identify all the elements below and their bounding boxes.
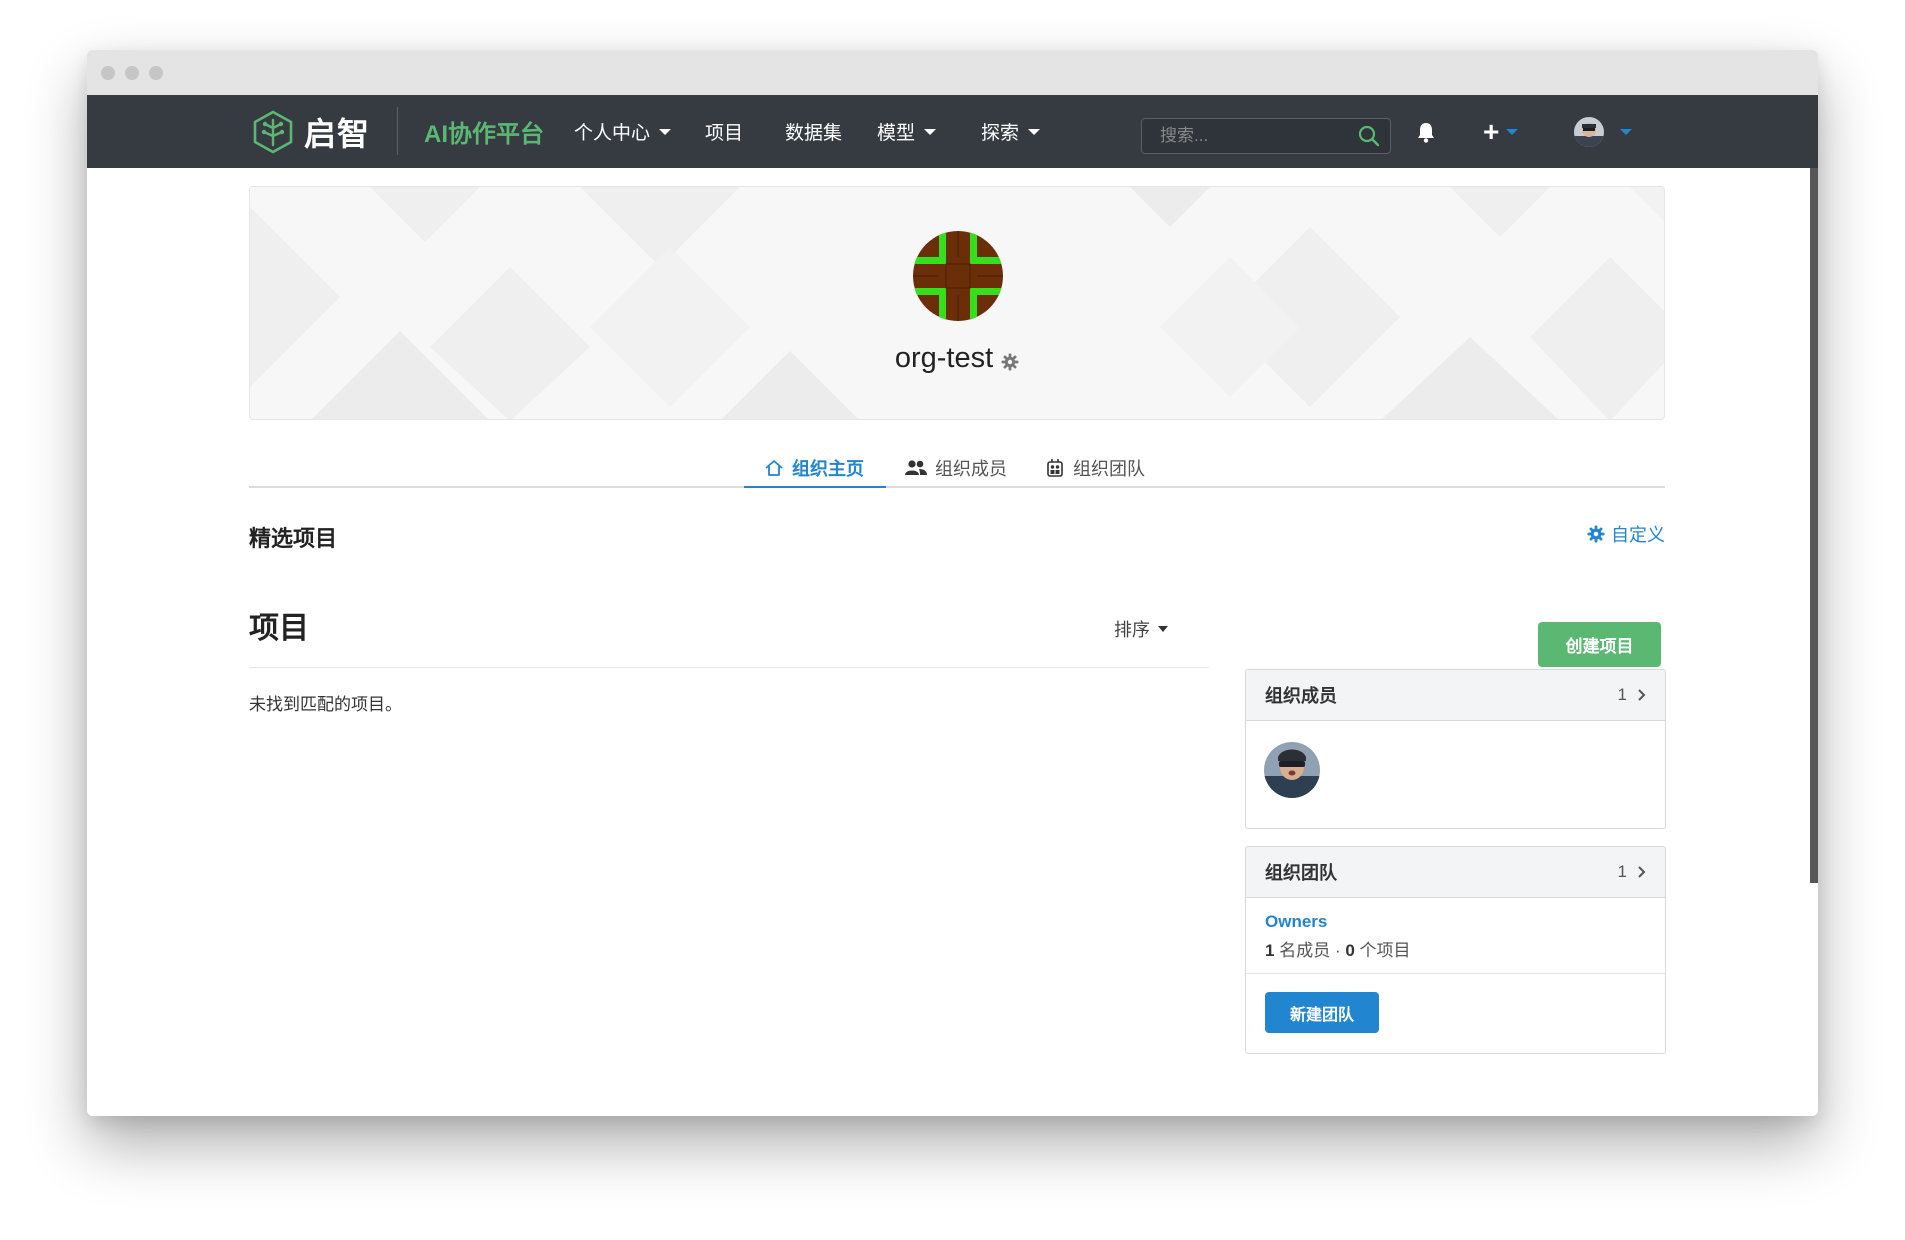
sort-dropdown[interactable]: 排序 bbox=[1114, 616, 1168, 642]
nav-models[interactable]: 模型 bbox=[877, 95, 937, 168]
search-input[interactable] bbox=[1158, 125, 1352, 147]
org-tabs: 组织主页 组织成员 组织团队 bbox=[249, 450, 1665, 488]
top-navbar: 启智 AI协作平台 个人中心 项目 数据集 模型 探索 + bbox=[87, 95, 1818, 168]
members-count-value: 1 bbox=[1617, 685, 1627, 704]
org-avatar bbox=[913, 231, 1003, 321]
new-team-button[interactable]: 新建团队 bbox=[1265, 992, 1379, 1033]
members-card-header[interactable]: 组织成员 1 bbox=[1246, 670, 1665, 721]
nav-projects[interactable]: 项目 bbox=[705, 95, 743, 168]
notifications-button[interactable] bbox=[1416, 95, 1436, 168]
scrollbar-thumb[interactable] bbox=[1810, 168, 1818, 883]
logo-text: 启智 bbox=[304, 115, 371, 152]
chevron-right-icon bbox=[1637, 865, 1646, 879]
chevron-down-icon bbox=[1028, 128, 1041, 135]
window-titlebar bbox=[87, 50, 1818, 95]
tab-org-teams[interactable]: 组织团队 bbox=[1045, 450, 1145, 486]
org-header-banner: org-test bbox=[249, 186, 1665, 420]
chevron-down-icon bbox=[1620, 128, 1632, 135]
team-repos-label: 个项目 bbox=[1359, 941, 1411, 960]
gear-icon[interactable] bbox=[1001, 353, 1019, 371]
team-repos-count: 0 bbox=[1345, 941, 1355, 960]
tab-org-members[interactable]: 组织成员 bbox=[905, 450, 1007, 486]
team-meta: 1 名成员 · 0 个项目 bbox=[1265, 936, 1646, 961]
members-card-title: 组织成员 bbox=[1265, 686, 1337, 706]
team-members-count: 1 bbox=[1265, 941, 1275, 960]
org-name: org-test bbox=[894, 342, 994, 374]
logo-icon bbox=[251, 109, 295, 155]
home-icon bbox=[764, 458, 784, 478]
brand-logo[interactable]: 启智 bbox=[251, 95, 370, 168]
nav-personal-center-label: 个人中心 bbox=[574, 123, 651, 144]
members-card: 组织成员 1 bbox=[1245, 669, 1666, 829]
projects-divider bbox=[249, 667, 1209, 668]
search-icon[interactable] bbox=[1358, 125, 1380, 147]
page-content: org-test 组织主页 组织成员 组织团队 精选项目 自定义 项目 排序 未… bbox=[87, 168, 1818, 1116]
customize-label: 自定义 bbox=[1611, 525, 1665, 545]
active-tab-indicator bbox=[744, 486, 886, 488]
sort-label: 排序 bbox=[1114, 620, 1150, 640]
team-name-link[interactable]: Owners bbox=[1265, 912, 1646, 932]
chevron-down-icon bbox=[1158, 626, 1168, 632]
nav-explore-label: 探索 bbox=[981, 123, 1020, 144]
tab-org-home[interactable]: 组织主页 bbox=[764, 450, 864, 486]
org-name-row: org-test bbox=[250, 342, 1664, 375]
chevron-right-icon bbox=[1637, 688, 1646, 702]
team-icon bbox=[1045, 458, 1065, 478]
empty-projects-message: 未找到匹配的项目。 bbox=[249, 695, 402, 714]
search-box[interactable] bbox=[1141, 118, 1391, 154]
nav-models-label: 模型 bbox=[877, 123, 916, 144]
projects-title: 项目 bbox=[249, 612, 309, 645]
nav-personal-center[interactable]: 个人中心 bbox=[574, 95, 672, 168]
team-members-label: 名成员 bbox=[1279, 941, 1331, 960]
tab-org-teams-label: 组织团队 bbox=[1073, 459, 1145, 479]
chevron-down-icon bbox=[659, 128, 672, 135]
tab-org-home-label: 组织主页 bbox=[792, 459, 864, 479]
nav-explore[interactable]: 探索 bbox=[981, 95, 1041, 168]
create-new-menu[interactable]: + bbox=[1483, 95, 1519, 168]
users-icon bbox=[905, 459, 927, 477]
nav-datasets[interactable]: 数据集 bbox=[785, 95, 842, 168]
customize-link[interactable]: 自定义 bbox=[1587, 521, 1665, 547]
member-avatar[interactable] bbox=[1264, 742, 1320, 798]
create-project-button[interactable]: 创建项目 bbox=[1538, 622, 1661, 667]
members-count: 1 bbox=[1618, 685, 1646, 705]
chevron-down-icon bbox=[1506, 128, 1519, 135]
chevron-down-icon bbox=[924, 128, 937, 135]
tab-org-members-label: 组织成员 bbox=[935, 459, 1007, 479]
brand-divider bbox=[397, 107, 398, 155]
teams-count: 1 bbox=[1618, 862, 1646, 882]
window-zoom-dot[interactable] bbox=[149, 66, 163, 80]
bell-icon bbox=[1416, 121, 1436, 143]
teams-card-title: 组织团队 bbox=[1265, 863, 1337, 883]
cog-icon bbox=[1587, 525, 1605, 543]
team-meta-separator: · bbox=[1334, 941, 1341, 960]
window-close-dot[interactable] bbox=[101, 66, 115, 80]
teams-card-header[interactable]: 组织团队 1 bbox=[1246, 847, 1665, 898]
teams-card: 组织团队 1 Owners 1 名成员 · 0 个项目 新建团队 bbox=[1245, 846, 1666, 1054]
user-avatar-icon bbox=[1574, 116, 1604, 147]
team-item[interactable]: Owners 1 名成员 · 0 个项目 bbox=[1246, 898, 1665, 974]
teams-count-value: 1 bbox=[1617, 862, 1627, 881]
user-menu[interactable] bbox=[1574, 95, 1632, 168]
plus-icon: + bbox=[1483, 115, 1500, 147]
teams-card-footer: 新建团队 bbox=[1246, 974, 1665, 1051]
platform-title[interactable]: AI协作平台 bbox=[424, 95, 544, 168]
window-minimize-dot[interactable] bbox=[125, 66, 139, 80]
browser-window: 启智 AI协作平台 个人中心 项目 数据集 模型 探索 + bbox=[87, 50, 1818, 1116]
featured-projects-title: 精选项目 bbox=[249, 526, 338, 551]
